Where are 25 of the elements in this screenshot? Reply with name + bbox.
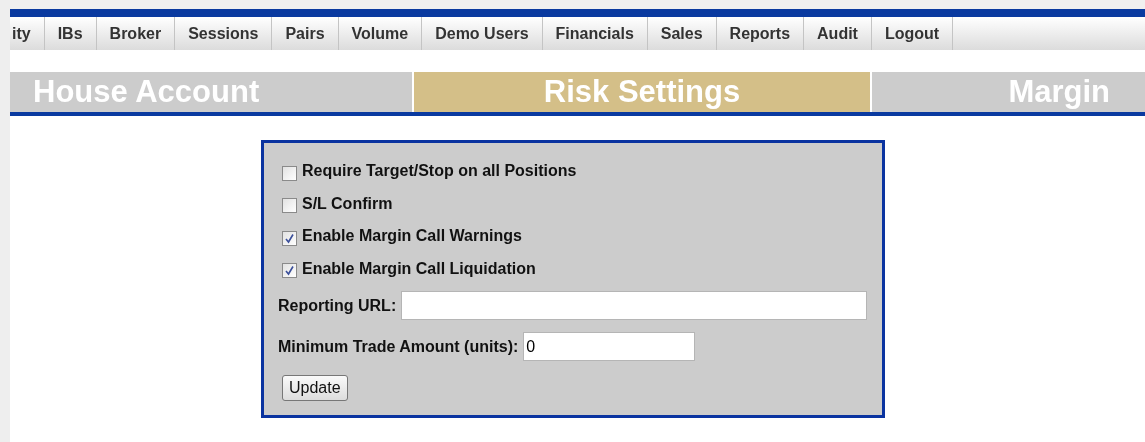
nav-link[interactable]: Sessions [175, 17, 273, 50]
field-label: Minimum Trade Amount (units): [278, 336, 519, 357]
option-label: Enable Margin Call Warnings [302, 226, 522, 247]
nav-link[interactable]: Volume [338, 17, 423, 50]
input-field[interactable]: 0 [523, 332, 696, 361]
checkbox[interactable] [282, 263, 297, 279]
nav-link[interactable]: Demo Users [422, 17, 543, 50]
checkbox[interactable] [282, 165, 297, 181]
nav-link[interactable]: Audit [804, 17, 872, 50]
nav-link[interactable]: Reports [716, 17, 805, 50]
input-field[interactable] [401, 291, 868, 320]
checkbox[interactable] [282, 230, 297, 246]
checkbox[interactable] [282, 198, 297, 214]
nav-link[interactable]: Financials [542, 17, 648, 50]
nav-link[interactable]: IBs [44, 17, 97, 50]
option-label: S/L Confirm [302, 193, 393, 214]
nav-link[interactable]: Sales [647, 17, 717, 50]
option-label: Require Target/Stop on all Positions [302, 161, 577, 182]
nav-link[interactable]: ity [10, 17, 45, 50]
nav-link[interactable]: Logout [871, 17, 954, 50]
nav-link[interactable]: Broker [96, 17, 176, 50]
field-label: Reporting URL: [278, 295, 397, 316]
nav-link[interactable]: Pairs [272, 17, 339, 50]
option-label: Enable Margin Call Liquidation [302, 258, 536, 279]
update-button[interactable]: Update [282, 375, 348, 401]
